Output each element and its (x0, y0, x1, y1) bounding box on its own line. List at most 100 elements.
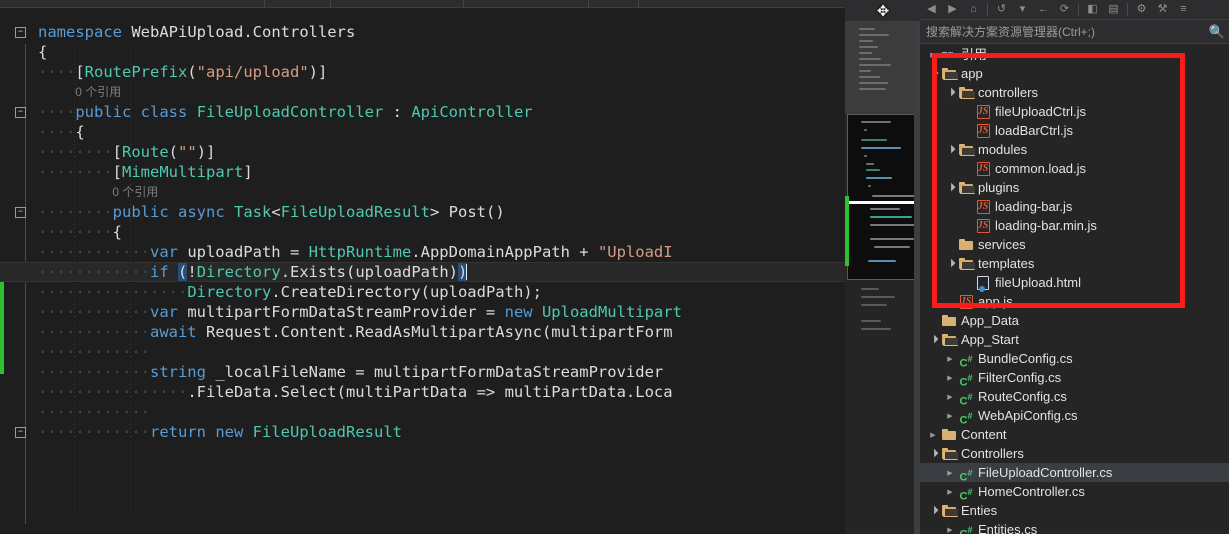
code-line[interactable]: ············var uploadPath = HttpRuntime… (0, 242, 845, 262)
expander-closed-icon[interactable] (943, 482, 957, 501)
folder-closed-icon (957, 235, 975, 254)
expander-open-icon[interactable] (943, 140, 957, 159)
code-line[interactable]: ············string _localFileName = mult… (0, 362, 845, 382)
toolbar-tick (463, 0, 464, 7)
tree-item[interactable]: C# WebApiConfig.cs (920, 406, 1229, 426)
code-editor[interactable]: namespace WebAPiUpload.Controllers{····[… (0, 0, 845, 534)
code-token: WebAPiUpload.Controllers (131, 23, 356, 41)
tree-item[interactable]: JS app.js (920, 292, 1229, 311)
expander-open-icon[interactable] (926, 501, 940, 520)
tree-item[interactable]: C# RouteConfig.cs (920, 387, 1229, 407)
collapse-all-icon[interactable]: ◧ (1083, 1, 1102, 19)
tree-item[interactable]: C# HomeController.cs (920, 482, 1229, 502)
tree-item[interactable]: controllers (920, 83, 1229, 102)
show-all-files-icon[interactable]: ▤ (1104, 1, 1123, 19)
tree-item[interactable]: Controllers (920, 444, 1229, 463)
expander-closed-icon[interactable] (943, 406, 957, 425)
expander-open-icon[interactable] (926, 330, 940, 349)
pending-changes-icon[interactable]: ↺ (992, 1, 1011, 19)
refresh-icon[interactable]: ⟳ (1055, 1, 1074, 19)
code-line[interactable]: ················.FileData.Select(multiPa… (0, 382, 845, 402)
tree-item[interactable]: app (920, 64, 1229, 83)
properties-icon[interactable]: ⚙ (1132, 1, 1151, 19)
tree-item[interactable]: C# Entities.cs (920, 520, 1229, 534)
tree-item[interactable]: C# BundleConfig.cs (920, 349, 1229, 369)
tree-item[interactable]: 引用 (920, 45, 1229, 64)
editor-minimap[interactable]: ✥ (845, 0, 920, 534)
expander-open-icon[interactable] (926, 444, 940, 463)
code-line[interactable]: ········[MimeMultipart] (0, 162, 845, 182)
tree-item[interactable]: modules (920, 140, 1229, 159)
home-icon[interactable]: ⌂ (964, 1, 983, 19)
tree-item[interactable]: services (920, 235, 1229, 254)
code-line[interactable]: ········[Route("")] (0, 142, 845, 162)
minimap-lower-region[interactable] (845, 282, 920, 534)
dropdown-icon[interactable]: ▾ (1013, 1, 1032, 19)
code-line-current[interactable]: ············if (!Directory.Exists(upload… (0, 262, 845, 282)
expander-closed-icon[interactable] (943, 368, 957, 387)
tree-item[interactable]: JS loading-bar.min.js (920, 216, 1229, 235)
expander-open-icon[interactable] (926, 64, 940, 83)
tree-item[interactable]: C# FilterConfig.cs (920, 368, 1229, 388)
expander-open-icon[interactable] (943, 178, 957, 197)
solution-tree[interactable]: 引用 app controllers JS fileUploadCtrl.js JS loa… (920, 44, 1229, 534)
minimap-code-row (859, 46, 878, 48)
minimap-viewport[interactable] (847, 114, 918, 280)
tree-item[interactable]: Enties (920, 501, 1229, 520)
code-line[interactable]: ················Directory.CreateDirector… (0, 282, 845, 302)
folder-open-icon (940, 444, 958, 463)
tree-item-selected[interactable]: C# FileUploadController.cs (920, 463, 1229, 483)
expander-closed-icon[interactable] (943, 349, 957, 368)
code-line[interactable]: ····[RoutePrefix("api/upload")] (0, 62, 845, 82)
expander-closed-icon[interactable] (943, 520, 957, 534)
code-line[interactable]: ············return new FileUploadResult (0, 422, 845, 442)
code-line[interactable]: ············ (0, 402, 845, 422)
code-line[interactable]: ····{ (0, 122, 845, 142)
code-line[interactable]: ············ (0, 342, 845, 362)
sync-icon[interactable]: ← (1034, 1, 1053, 19)
tree-item[interactable]: Content (920, 425, 1229, 444)
code-line[interactable]: ········{ (0, 222, 845, 242)
codelens-reference-count[interactable]: 0 个引用 (0, 82, 845, 102)
solution-explorer-search-bar[interactable]: 🔍 (920, 20, 1229, 44)
toolbar-tick (638, 0, 639, 7)
search-input[interactable] (920, 23, 1205, 40)
tree-item[interactable]: JS loading-bar.js (920, 197, 1229, 216)
code-line[interactable]: { (0, 42, 845, 62)
tree-item[interactable]: JS fileUploadCtrl.js (920, 102, 1229, 121)
tree-item[interactable]: templates (920, 254, 1229, 273)
js-file-icon: JS (976, 104, 990, 119)
tree-item-label: BundleConfig.cs (978, 351, 1073, 366)
code-line[interactable]: ····public class FileUploadController : … (0, 102, 845, 122)
minimap-upper-region[interactable] (845, 22, 920, 114)
forward-arrow-icon[interactable]: ▶ (943, 1, 962, 19)
solution-explorer-panel[interactable]: ◀▶⌂ ↺▾←⟳ ◧▤ ⚙⚒≡ 🔍 引用 app controllers JS fileUpl… (920, 0, 1229, 534)
expander-closed-icon[interactable] (926, 45, 940, 64)
code-token: new (504, 303, 533, 321)
expander-open-icon[interactable] (943, 254, 957, 273)
code-text-area[interactable]: namespace WebAPiUpload.Controllers{····[… (0, 22, 845, 442)
tree-item[interactable]: plugins (920, 178, 1229, 197)
expander-closed-icon[interactable] (943, 463, 957, 482)
code-line[interactable]: namespace WebAPiUpload.Controllers (0, 22, 845, 42)
tree-item[interactable]: fileUpload.html (920, 273, 1229, 292)
code-line[interactable]: ············await Request.Content.ReadAs… (0, 322, 845, 342)
expander-closed-icon[interactable] (943, 387, 957, 406)
expander-none (960, 216, 974, 235)
filter-icon[interactable]: ≡ (1174, 1, 1193, 19)
tree-item-label: plugins (978, 180, 1020, 195)
expander-closed-icon[interactable] (926, 425, 940, 444)
tree-item[interactable]: JS loadBarCtrl.js (920, 121, 1229, 140)
back-arrow-icon[interactable]: ◀ (922, 1, 941, 19)
codelens-reference-count[interactable]: 0 个引用 (0, 182, 845, 202)
tree-item[interactable]: App_Start (920, 330, 1229, 349)
preview-icon[interactable]: ⚒ (1153, 1, 1172, 19)
solution-explorer-toolbar[interactable]: ◀ ▶ ⌂ ↺ ▾ ← ⟳ ◧ ▤ ⚙ ⚒ ≡ (920, 0, 1229, 20)
tree-item[interactable]: JS common.load.js (920, 159, 1229, 178)
tree-item[interactable]: App_Data (920, 311, 1229, 330)
code-line[interactable]: ············var multipartFormDataStreamP… (0, 302, 845, 322)
search-icon[interactable]: 🔍 (1205, 21, 1229, 43)
expander-open-icon[interactable] (943, 83, 957, 102)
code-line[interactable]: ········public async Task<FileUploadResu… (0, 202, 845, 222)
